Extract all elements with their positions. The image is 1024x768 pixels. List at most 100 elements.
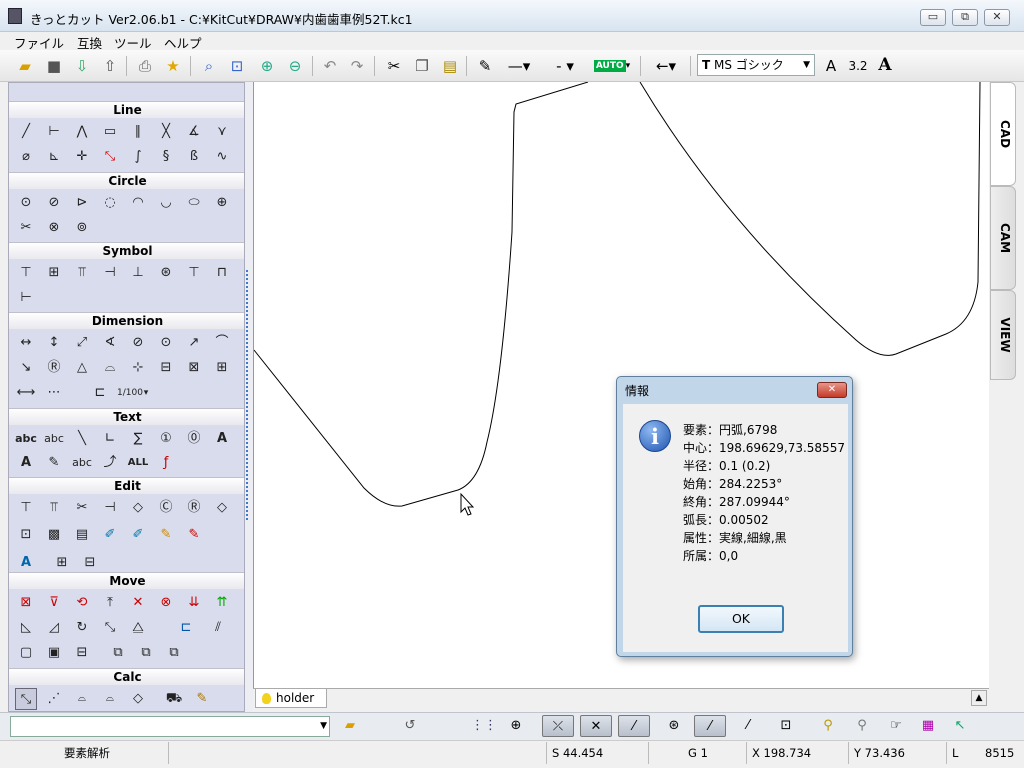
layer-up-icon[interactable]: ⇈ bbox=[211, 592, 233, 614]
balloon-icon[interactable]: ① bbox=[155, 428, 177, 450]
dim-slope-icon[interactable]: ↘ bbox=[15, 357, 37, 379]
brush-red-icon[interactable]: ✎ bbox=[183, 524, 205, 546]
paste-icon[interactable]: ▤ bbox=[439, 55, 461, 77]
dim-leader-icon[interactable]: ↗ bbox=[183, 332, 205, 354]
dim-edit-icon[interactable]: ⊟ bbox=[155, 357, 177, 379]
dim-r-icon[interactable]: Ⓡ bbox=[43, 357, 65, 379]
crosshair-icon[interactable]: ✛ bbox=[71, 146, 93, 168]
perpendicular-icon[interactable]: ⊾ bbox=[43, 146, 65, 168]
tab-view[interactable]: VIEW bbox=[990, 290, 1016, 380]
slant-icon[interactable]: ◿ bbox=[43, 617, 65, 639]
move-icon[interactable]: ⊠ bbox=[15, 592, 37, 614]
rectangle-icon[interactable]: ▭ bbox=[99, 121, 121, 143]
dim-radius-icon[interactable]: ⊙ bbox=[155, 332, 177, 354]
polyline-icon[interactable]: ⋀ bbox=[71, 121, 93, 143]
center-icon[interactable]: ◇ bbox=[127, 688, 149, 710]
line-weight-dropdown[interactable]: - ▾ bbox=[548, 55, 582, 77]
bolt-side-icon[interactable]: ⊣ bbox=[99, 262, 121, 284]
erase-icon[interactable]: ◇ bbox=[211, 497, 233, 519]
hatch-fill-icon[interactable]: ▤ bbox=[71, 524, 93, 546]
dim-arc-length-icon[interactable]: ⌓ bbox=[99, 357, 121, 379]
extend-icon[interactable]: ⫪ bbox=[43, 497, 65, 519]
array-icon[interactable]: ⫽ bbox=[207, 617, 229, 639]
page-move-icon[interactable]: ⊟ bbox=[71, 642, 93, 664]
spline-icon[interactable]: § bbox=[155, 146, 177, 168]
pointer-icon[interactable]: ☞ bbox=[880, 715, 912, 737]
dim-text-icon[interactable]: ⊏ bbox=[89, 382, 111, 404]
font-size-value[interactable]: 3.2 bbox=[845, 55, 871, 77]
multi-page-move-icon[interactable]: ⧉ bbox=[163, 642, 185, 664]
dashed-line-icon[interactable]: ⤡ bbox=[99, 146, 121, 168]
snap-midpoint-icon[interactable]: ⁄ bbox=[732, 715, 764, 737]
redo-icon[interactable]: ↷ bbox=[346, 55, 368, 77]
arc-fillet-icon[interactable]: ⊚ bbox=[71, 217, 93, 239]
text-all-icon[interactable]: ALL bbox=[127, 452, 149, 474]
measure-point-icon[interactable]: ⋰ bbox=[43, 688, 65, 710]
save-icon[interactable]: ■ bbox=[43, 55, 65, 77]
ok-button[interactable]: OK bbox=[698, 605, 784, 633]
layer-down-icon[interactable]: ⇊ bbox=[183, 592, 205, 614]
favorite-star-icon[interactable]: ★ bbox=[162, 55, 184, 77]
arc-3point-icon[interactable]: ◡ bbox=[155, 192, 177, 214]
curve-icon[interactable]: ∫ bbox=[127, 146, 149, 168]
text-sum-icon[interactable]: ∑ bbox=[127, 428, 149, 450]
circle-fillet-icon[interactable]: ⊗ bbox=[43, 217, 65, 239]
group-icon[interactable]: ⊞ bbox=[51, 552, 73, 574]
scroll-up-button[interactable]: ▲ bbox=[971, 690, 987, 706]
dim-arc-icon[interactable]: ⌒ bbox=[211, 332, 233, 354]
splitter-grip[interactable] bbox=[246, 270, 250, 520]
text-underline-icon[interactable]: abc bbox=[43, 428, 65, 450]
font-style-icon[interactable]: A bbox=[874, 55, 896, 77]
restore-button[interactable]: ⧉ bbox=[952, 9, 978, 26]
hatch-icon[interactable]: ▩ bbox=[43, 524, 65, 546]
circle-icon[interactable]: ⊙ bbox=[15, 192, 37, 214]
multi-page-copy-icon[interactable]: ⧉ bbox=[135, 642, 157, 664]
trim-icon[interactable]: ⊤ bbox=[15, 497, 37, 519]
screw-icon[interactable]: ⊥ bbox=[127, 262, 149, 284]
page-copy-icon[interactable]: ▣ bbox=[43, 642, 65, 664]
minimize-button[interactable]: ▭ bbox=[920, 9, 946, 26]
cross-line-icon[interactable]: ╳ bbox=[155, 121, 177, 143]
bolt-set-icon[interactable]: ⊤ bbox=[183, 262, 205, 284]
dim-horizontal-icon[interactable]: ↔ bbox=[15, 332, 37, 354]
rotate-icon[interactable]: ↻ bbox=[71, 617, 93, 639]
scale-icon[interactable]: ◺ bbox=[15, 617, 37, 639]
divide-icon[interactable]: ⊣ bbox=[99, 497, 121, 519]
snap-center-icon[interactable]: ⊛ bbox=[658, 715, 690, 737]
text-size-icon[interactable]: A bbox=[15, 452, 37, 474]
select-arrow-icon[interactable]: ↖ bbox=[944, 715, 976, 737]
text-icon[interactable]: abc bbox=[15, 428, 37, 450]
copy-icon[interactable]: ❐ bbox=[411, 55, 433, 77]
multi-page-icon[interactable]: ⧉ bbox=[107, 642, 129, 664]
bolt-icon[interactable]: ⊤ bbox=[15, 262, 37, 284]
snap-edit-icon[interactable]: ⊡ bbox=[770, 715, 802, 737]
mirror-icon[interactable]: ⊽ bbox=[43, 592, 65, 614]
text-move-icon[interactable]: abc bbox=[71, 452, 93, 474]
bezier-icon[interactable]: ∿ bbox=[211, 146, 233, 168]
snap-line-icon[interactable]: ⁄ bbox=[694, 715, 726, 737]
area-mm2-icon[interactable]: ⌓ bbox=[99, 688, 121, 710]
text-rotate-icon[interactable]: ⤴ bbox=[99, 452, 121, 474]
chevron-down-icon[interactable]: ▾ bbox=[135, 382, 157, 404]
fillet-icon[interactable]: ✂ bbox=[15, 217, 37, 239]
command-input[interactable]: ▼ bbox=[10, 716, 330, 737]
xy-symbol-icon[interactable]: ⊛ bbox=[155, 262, 177, 284]
double-bolt-icon[interactable]: ⫪ bbox=[71, 262, 93, 284]
line-icon[interactable]: ╱ bbox=[15, 121, 37, 143]
circle-3point-icon[interactable]: ⊳ bbox=[71, 192, 93, 214]
text-edit-icon[interactable]: ✎ bbox=[43, 452, 65, 474]
snap-cross-icon[interactable]: ✕ bbox=[580, 715, 612, 737]
measure-distance-icon[interactable]: ⤡ bbox=[15, 688, 37, 710]
grid-icon[interactable]: ⋮⋮ bbox=[468, 715, 500, 737]
open-folder-icon[interactable]: ▰ bbox=[14, 55, 36, 77]
bolt-array-icon[interactable]: ⊞ bbox=[43, 262, 65, 284]
flip-icon[interactable]: ⧋ bbox=[127, 617, 149, 639]
import-icon[interactable]: ⇩ bbox=[71, 55, 93, 77]
delete-move-icon[interactable]: ⊗ bbox=[155, 592, 177, 614]
spline-points-icon[interactable]: ß bbox=[183, 146, 205, 168]
undo-icon[interactable]: ↶ bbox=[319, 55, 341, 77]
color-dropdown[interactable]: AUTO ▾ bbox=[592, 55, 632, 77]
color-grid-icon[interactable]: ▦ bbox=[912, 715, 944, 737]
text-corner-icon[interactable]: ∟ bbox=[99, 428, 121, 450]
eraser-all-icon[interactable]: ✐ bbox=[127, 524, 149, 546]
